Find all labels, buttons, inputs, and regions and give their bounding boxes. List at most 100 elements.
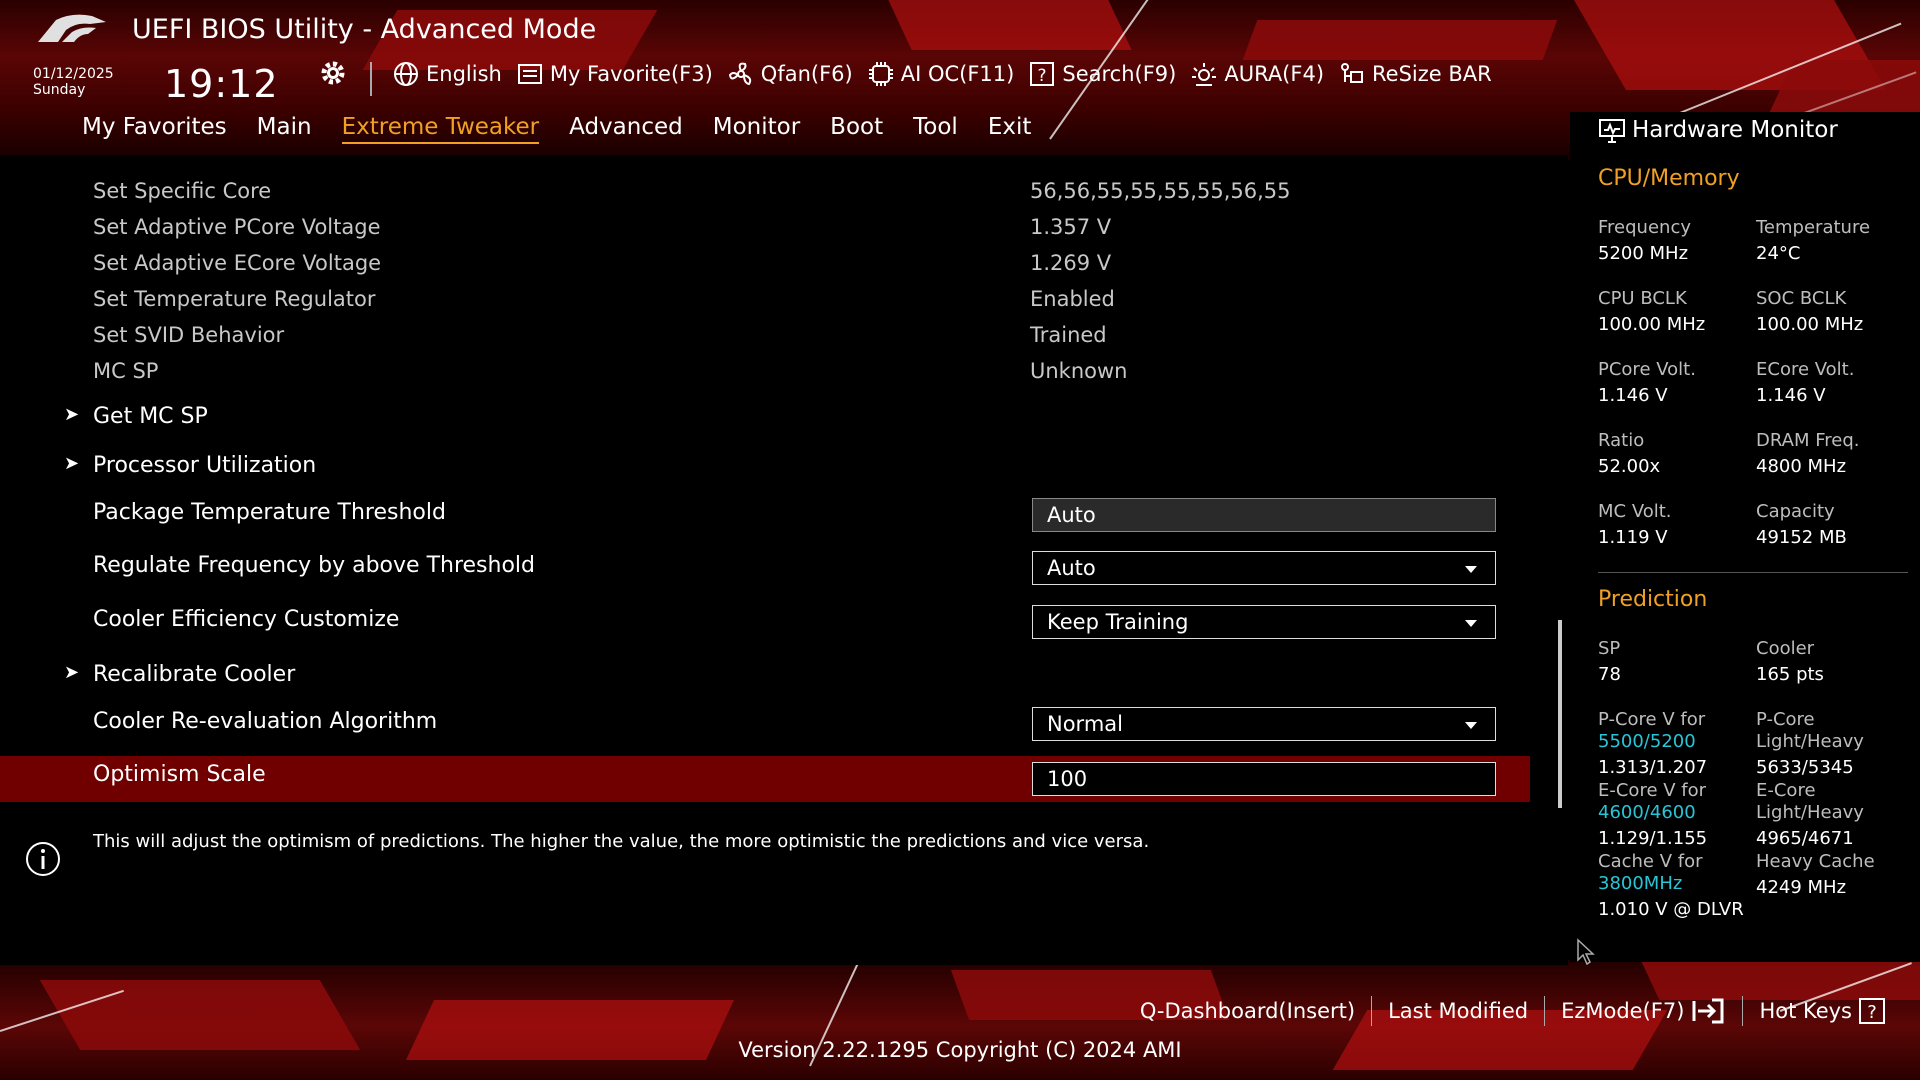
setting-label: Set Adaptive PCore Voltage: [93, 215, 381, 239]
cache-v-for-value: 1.010 V @ DLVR: [1598, 899, 1744, 920]
prediction-heading: Prediction: [1598, 587, 1708, 612]
dropdown-value: Keep Training: [1047, 610, 1189, 634]
cooler-reevaluation-dropdown[interactable]: Normal: [1032, 707, 1496, 741]
dropdown-value: Auto: [1047, 556, 1096, 580]
q-dashboard-label: Q-Dashboard(Insert): [1139, 999, 1356, 1023]
package-temperature-threshold-field[interactable]: Auto: [1032, 498, 1496, 532]
svg-text:?: ?: [1867, 1002, 1877, 1023]
info-icon: [26, 842, 60, 876]
setting-label: MC SP: [93, 359, 159, 383]
q-dashboard-button[interactable]: Q-Dashboard(Insert): [1124, 999, 1371, 1023]
date: 01/12/2025: [33, 66, 114, 82]
aura-button[interactable]: AURA(F4): [1190, 60, 1324, 88]
ai-oc-button[interactable]: AI OC(F11): [867, 60, 1014, 88]
submenu-recalibrate-cooler[interactable]: ➤ Recalibrate Cooler: [0, 662, 1530, 698]
pcore-v-for-label: P-Core V for: [1598, 709, 1706, 730]
setting-row-set-specific-core[interactable]: Set Specific Core 56,56,55,55,55,55,56,5…: [0, 179, 1530, 215]
tab-advanced[interactable]: Advanced: [569, 114, 683, 144]
setting-row-package-temperature-threshold[interactable]: Package Temperature Threshold Auto: [0, 498, 1530, 534]
setting-row-mc-sp[interactable]: MC SP Unknown: [0, 359, 1530, 395]
dropdown-value: Normal: [1047, 712, 1123, 736]
gear-icon[interactable]: [318, 58, 348, 88]
toolbar: English My Favorite(F3) Qfan(F6) AI OC(F…: [392, 60, 1492, 88]
tab-my-favorites[interactable]: My Favorites: [82, 114, 227, 144]
ezmode-button[interactable]: EzMode(F7): [1545, 997, 1742, 1025]
pcore-volt-value: 1.146 V: [1598, 385, 1668, 406]
pcore-v-for-frequency: 5500/5200: [1598, 731, 1696, 752]
my-favorite-button[interactable]: My Favorite(F3): [516, 60, 713, 88]
setting-row-temperature-regulator[interactable]: Set Temperature Regulator Enabled: [0, 287, 1530, 323]
tab-main[interactable]: Main: [257, 114, 312, 144]
resize-bar-button[interactable]: ReSize BAR: [1338, 60, 1492, 88]
setting-label: Set SVID Behavior: [93, 323, 285, 347]
setting-value: Trained: [1030, 323, 1107, 347]
frequency-value: 5200 MHz: [1598, 243, 1689, 264]
qfan-label: Qfan(F6): [760, 62, 853, 86]
search-button[interactable]: ? Search(F9): [1028, 60, 1176, 88]
capacity-value: 49152 MB: [1756, 527, 1847, 548]
ecore-volt-label: ECore Volt.: [1756, 359, 1855, 380]
tab-monitor[interactable]: Monitor: [713, 114, 800, 144]
soc-bclk-label: SOC BCLK: [1756, 288, 1847, 309]
submenu-label: Processor Utilization: [93, 453, 317, 478]
cpu-bclk-label: CPU BCLK: [1598, 288, 1687, 309]
submenu-get-mc-sp[interactable]: ➤ Get MC SP: [0, 404, 1530, 440]
fan-icon: [728, 62, 751, 86]
setting-row-adaptive-pcore-voltage[interactable]: Set Adaptive PCore Voltage 1.357 V: [0, 215, 1530, 251]
exit-arrow-icon: [1692, 998, 1724, 1024]
cooler-efficiency-dropdown[interactable]: Keep Training: [1032, 605, 1496, 639]
heavy-cache-value: 4249 MHz: [1756, 877, 1847, 898]
dram-freq-label: DRAM Freq.: [1756, 430, 1860, 451]
pcore-light-heavy-value: 5633/5345: [1756, 757, 1854, 778]
last-modified-label: Last Modified: [1388, 999, 1529, 1023]
cache-v-for-label: Cache V for: [1598, 851, 1703, 872]
my-favorite-label: My Favorite(F3): [549, 62, 713, 86]
setting-row-optimism-scale[interactable]: Optimism Scale 100: [0, 756, 1530, 802]
frequency-label: Frequency: [1598, 217, 1691, 238]
submenu-processor-utilization[interactable]: ➤ Processor Utilization: [0, 453, 1530, 489]
ratio-label: Ratio: [1598, 430, 1645, 451]
toolbar-divider: [370, 62, 372, 96]
setting-value: 1.357 V: [1030, 215, 1112, 239]
hot-keys-button[interactable]: Hot Keys ?: [1743, 997, 1902, 1025]
search-label: Search(F9): [1062, 62, 1177, 86]
pcore-volt-label: PCore Volt.: [1598, 359, 1696, 380]
submenu-label: Recalibrate Cooler: [93, 662, 296, 687]
cooler-label: Cooler: [1756, 638, 1815, 659]
qfan-button[interactable]: Qfan(F6): [727, 60, 853, 88]
setting-row-cooler-reevaluation[interactable]: Cooler Re-evaluation Algorithm Normal: [0, 707, 1530, 743]
last-modified-button[interactable]: Last Modified: [1372, 999, 1544, 1023]
language-button[interactable]: English: [392, 60, 502, 88]
tab-exit[interactable]: Exit: [988, 114, 1032, 144]
search-icon: ?: [1030, 62, 1055, 86]
submenu-label: Get MC SP: [93, 404, 208, 429]
main-tabs: My Favorites Main Extreme Tweaker Advanc…: [82, 114, 1031, 144]
help-icon: ?: [1859, 998, 1885, 1024]
pcore-light-heavy-sublabel: Light/Heavy: [1756, 731, 1864, 752]
ecore-volt-value: 1.146 V: [1756, 385, 1826, 406]
tab-tool[interactable]: Tool: [913, 114, 958, 144]
footer-bar: Q-Dashboard(Insert) Last Modified EzMode…: [1124, 996, 1902, 1026]
tab-boot[interactable]: Boot: [830, 114, 883, 144]
capacity-label: Capacity: [1756, 501, 1835, 522]
resize-bar-label: ReSize BAR: [1372, 62, 1492, 86]
setting-row-adaptive-ecore-voltage[interactable]: Set Adaptive ECore Voltage 1.269 V: [0, 251, 1530, 287]
setting-row-cooler-efficiency[interactable]: Cooler Efficiency Customize Keep Trainin…: [0, 605, 1530, 641]
setting-label: Cooler Re-evaluation Algorithm: [93, 709, 438, 734]
optimism-scale-input[interactable]: 100: [1032, 762, 1496, 796]
chevron-right-icon: ➤: [64, 662, 80, 683]
mc-volt-label: MC Volt.: [1598, 501, 1672, 522]
cache-v-for-frequency: 3800MHz: [1598, 873, 1683, 894]
setting-row-svid-behavior[interactable]: Set SVID Behavior Trained: [0, 323, 1530, 359]
pcore-light-heavy-label: P-Core: [1756, 709, 1815, 730]
tab-extreme-tweaker[interactable]: Extreme Tweaker: [341, 114, 540, 144]
cooler-value: 165 pts: [1756, 664, 1824, 685]
ratio-value: 52.00x: [1598, 456, 1661, 477]
monitor-icon: [1599, 119, 1625, 143]
settings-scrollbar[interactable]: [1558, 620, 1562, 808]
temperature-label: Temperature: [1756, 217, 1871, 238]
rog-logo: [38, 14, 106, 42]
setting-row-regulate-frequency[interactable]: Regulate Frequency by above Threshold Au…: [0, 551, 1530, 587]
app-title: UEFI BIOS Utility - Advanced Mode: [132, 14, 597, 45]
regulate-frequency-dropdown[interactable]: Auto: [1032, 551, 1496, 585]
